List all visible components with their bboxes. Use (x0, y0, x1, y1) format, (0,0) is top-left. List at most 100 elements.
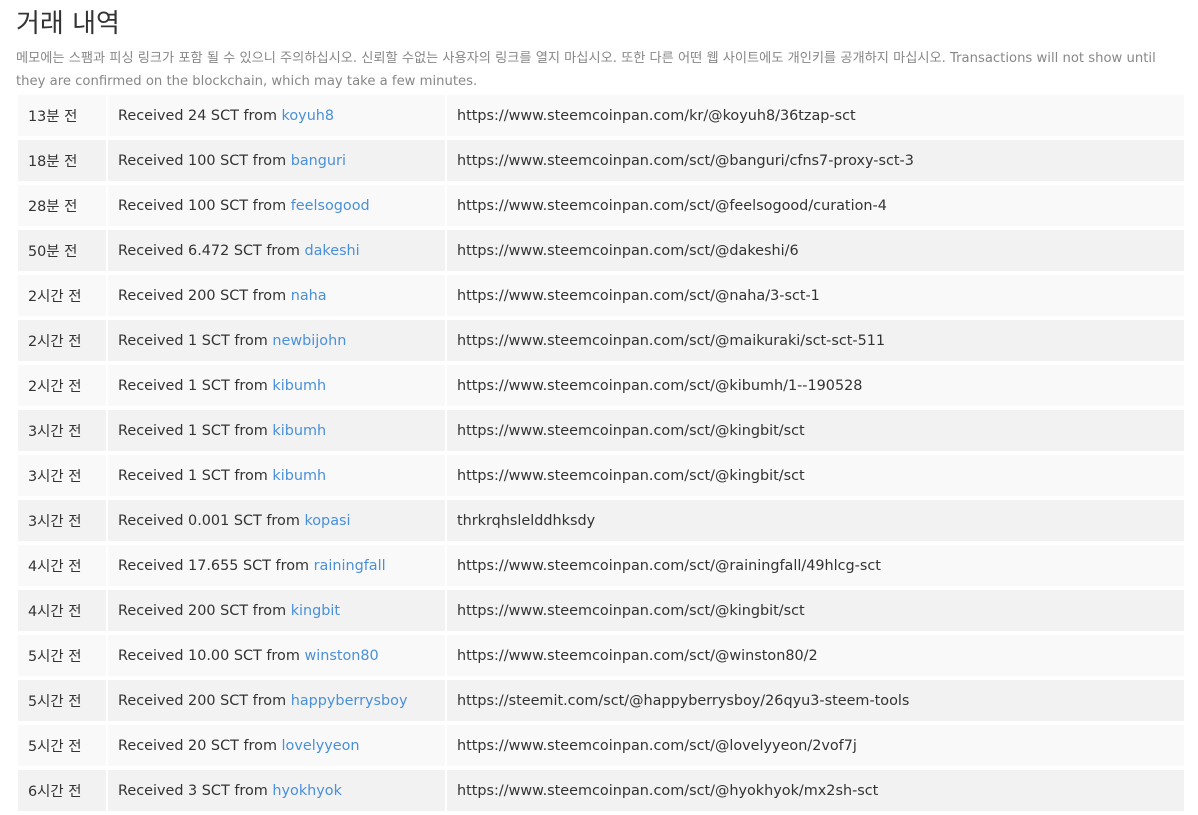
transaction-time: 5시간 전 (18, 680, 106, 725)
transaction-amount-text: Received 1 SCT from (118, 332, 273, 349)
sender-account-link[interactable]: kibumh (272, 468, 326, 484)
transaction-time: 6시간 전 (18, 770, 106, 815)
transaction-memo: https://www.steemcoinpan.com/sct/@bangur… (445, 140, 1184, 185)
transaction-time: 3시간 전 (18, 410, 106, 455)
transaction-memo: https://www.steemcoinpan.com/sct/@kingbi… (445, 590, 1184, 635)
transaction-amount-text: Received 100 SCT from (118, 152, 291, 169)
transaction-memo: https://www.steemcoinpan.com/sct/@lovely… (445, 725, 1184, 770)
sender-account-link[interactable]: newbijohn (272, 333, 346, 349)
transaction-memo: thrkrqhslelddhksdy (445, 500, 1184, 545)
transaction-row: 50분 전 Received 6.472 SCT from dakeshi http… (18, 230, 1184, 275)
transaction-list: 13분 전 Received 24 SCT from koyuh8 https://… (18, 95, 1184, 815)
transaction-row: 3시간 전 Received 1 SCT from kibumh https://w… (18, 455, 1184, 500)
transaction-memo: https://www.steemcoinpan.com/sct/@dakesh… (445, 230, 1184, 275)
sender-account-link[interactable]: banguri (291, 153, 346, 169)
transaction-amount-text: Received 200 SCT from (118, 692, 291, 709)
sender-account-link[interactable]: kingbit (291, 603, 340, 619)
transaction-time: 4시간 전 (18, 545, 106, 590)
transaction-row: 28분 전 Received 100 SCT from feelsogood htt… (18, 185, 1184, 230)
transaction-time: 5시간 전 (18, 725, 106, 770)
transaction-memo: https://www.steemcoinpan.com/sct/@hyokhy… (445, 770, 1184, 815)
transaction-description: Received 100 SCT from feelsogood (106, 185, 445, 230)
transaction-time: 28분 전 (18, 185, 106, 230)
sender-account-link[interactable]: happyberrysboy (291, 693, 408, 709)
transaction-amount-text: Received 17.655 SCT from (118, 557, 314, 574)
transaction-description: Received 10.00 SCT from winston80 (106, 635, 445, 680)
transaction-description: Received 200 SCT from naha (106, 275, 445, 320)
transaction-row: 18분 전 Received 100 SCT from banguri https:… (18, 140, 1184, 185)
transaction-description: Received 3 SCT from hyokhyok (106, 770, 445, 815)
transaction-amount-text: Received 1 SCT from (118, 377, 273, 394)
transaction-time: 50분 전 (18, 230, 106, 275)
transaction-amount-text: Received 20 SCT from (118, 737, 282, 754)
transaction-history-table: 13분 전 Received 24 SCT from koyuh8 https://… (18, 95, 1184, 815)
transaction-time: 5시간 전 (18, 635, 106, 680)
sender-account-link[interactable]: kibumh (272, 378, 326, 394)
transaction-row: 5시간 전 Received 10.00 SCT from winston80 ht… (18, 635, 1184, 680)
transaction-memo: https://www.steemcoinpan.com/sct/@rainin… (445, 545, 1184, 590)
transaction-row: 2시간 전 Received 1 SCT from newbijohn https:… (18, 320, 1184, 365)
transaction-time: 2시간 전 (18, 320, 106, 365)
transaction-time: 18분 전 (18, 140, 106, 185)
transaction-row: 3시간 전 Received 1 SCT from kibumh https://w… (18, 410, 1184, 455)
transaction-row: 5시간 전 Received 200 SCT from happyberrysbo… (18, 680, 1184, 725)
transaction-row: 6시간 전 Received 3 SCT from hyokhyok https:/… (18, 770, 1184, 815)
transaction-time: 2시간 전 (18, 365, 106, 410)
sender-account-link[interactable]: feelsogood (291, 198, 370, 214)
transaction-row: 13분 전 Received 24 SCT from koyuh8 https://… (18, 95, 1184, 140)
transaction-description: Received 100 SCT from banguri (106, 140, 445, 185)
sender-account-link[interactable]: hyokhyok (272, 783, 342, 799)
sender-account-link[interactable]: dakeshi (304, 243, 359, 259)
transaction-description: Received 1 SCT from kibumh (106, 365, 445, 410)
transaction-memo: https://www.steemcoinpan.com/sct/@kibumh… (445, 365, 1184, 410)
transaction-amount-text: Received 0.001 SCT from (118, 512, 305, 529)
transaction-memo: https://steemit.com/sct/@happyberrysboy/… (445, 680, 1184, 725)
transaction-memo: https://www.steemcoinpan.com/sct/@naha/3… (445, 275, 1184, 320)
sender-account-link[interactable]: kibumh (272, 423, 326, 439)
transaction-amount-text: Received 1 SCT from (118, 467, 273, 484)
sender-account-link[interactable]: rainingfall (314, 558, 386, 574)
transaction-description: Received 17.655 SCT from rainingfall (106, 545, 445, 590)
transaction-amount-text: Received 200 SCT from (118, 602, 291, 619)
transaction-amount-text: Received 24 SCT from (118, 107, 282, 124)
transaction-description: Received 1 SCT from newbijohn (106, 320, 445, 365)
transaction-time: 3시간 전 (18, 455, 106, 500)
transaction-memo: https://www.steemcoinpan.com/sct/@kingbi… (445, 455, 1184, 500)
transaction-row: 2시간 전 Received 1 SCT from kibumh https://w… (18, 365, 1184, 410)
transaction-amount-text: Received 200 SCT from (118, 287, 291, 304)
transaction-amount-text: Received 10.00 SCT from (118, 647, 305, 664)
transaction-description: Received 20 SCT from lovelyyeon (106, 725, 445, 770)
page-title: 거래 내역 (16, 9, 120, 39)
transaction-memo: https://www.steemcoinpan.com/sct/@winsto… (445, 635, 1184, 680)
transaction-row: 4시간 전 Received 200 SCT from kingbit https:… (18, 590, 1184, 635)
transaction-amount-text: Received 3 SCT from (118, 782, 273, 799)
transaction-description: Received 0.001 SCT from kopasi (106, 500, 445, 545)
sender-account-link[interactable]: winston80 (304, 648, 378, 664)
transaction-time: 3시간 전 (18, 500, 106, 545)
transaction-memo: https://www.steemcoinpan.com/sct/@maikur… (445, 320, 1184, 365)
transaction-amount-text: Received 1 SCT from (118, 422, 273, 439)
phishing-warning-notice: 메모에는 스팸과 피싱 링크가 포함 될 수 있으니 주의하십시오. 신뢰할 수… (16, 51, 1156, 89)
transaction-description: Received 6.472 SCT from dakeshi (106, 230, 445, 275)
sender-account-link[interactable]: naha (291, 288, 327, 304)
transaction-row: 4시간 전 Received 17.655 SCT from rainingfal… (18, 545, 1184, 590)
transaction-description: Received 24 SCT from koyuh8 (106, 95, 445, 140)
transaction-row: 5시간 전 Received 20 SCT from lovelyyeon http… (18, 725, 1184, 770)
transaction-memo: https://www.steemcoinpan.com/kr/@koyuh8/… (445, 95, 1184, 140)
transaction-description: Received 1 SCT from kibumh (106, 455, 445, 500)
transaction-row: 3시간 전 Received 0.001 SCT from kopasi thrkr… (18, 500, 1184, 545)
transaction-amount-text: Received 100 SCT from (118, 197, 291, 214)
sender-account-link[interactable]: koyuh8 (282, 108, 335, 124)
sender-account-link[interactable]: kopasi (304, 513, 350, 529)
transaction-description: Received 200 SCT from kingbit (106, 590, 445, 635)
transaction-time: 13분 전 (18, 95, 106, 140)
transaction-memo: https://www.steemcoinpan.com/sct/@feelso… (445, 185, 1184, 230)
transaction-memo: https://www.steemcoinpan.com/sct/@kingbi… (445, 410, 1184, 455)
transaction-row: 2시간 전 Received 200 SCT from naha https://w… (18, 275, 1184, 320)
transaction-time: 4시간 전 (18, 590, 106, 635)
transaction-description: Received 200 SCT from happyberrysboy (106, 680, 445, 725)
transaction-time: 2시간 전 (18, 275, 106, 320)
transaction-description: Received 1 SCT from kibumh (106, 410, 445, 455)
transaction-amount-text: Received 6.472 SCT from (118, 242, 305, 259)
sender-account-link[interactable]: lovelyyeon (282, 738, 360, 754)
